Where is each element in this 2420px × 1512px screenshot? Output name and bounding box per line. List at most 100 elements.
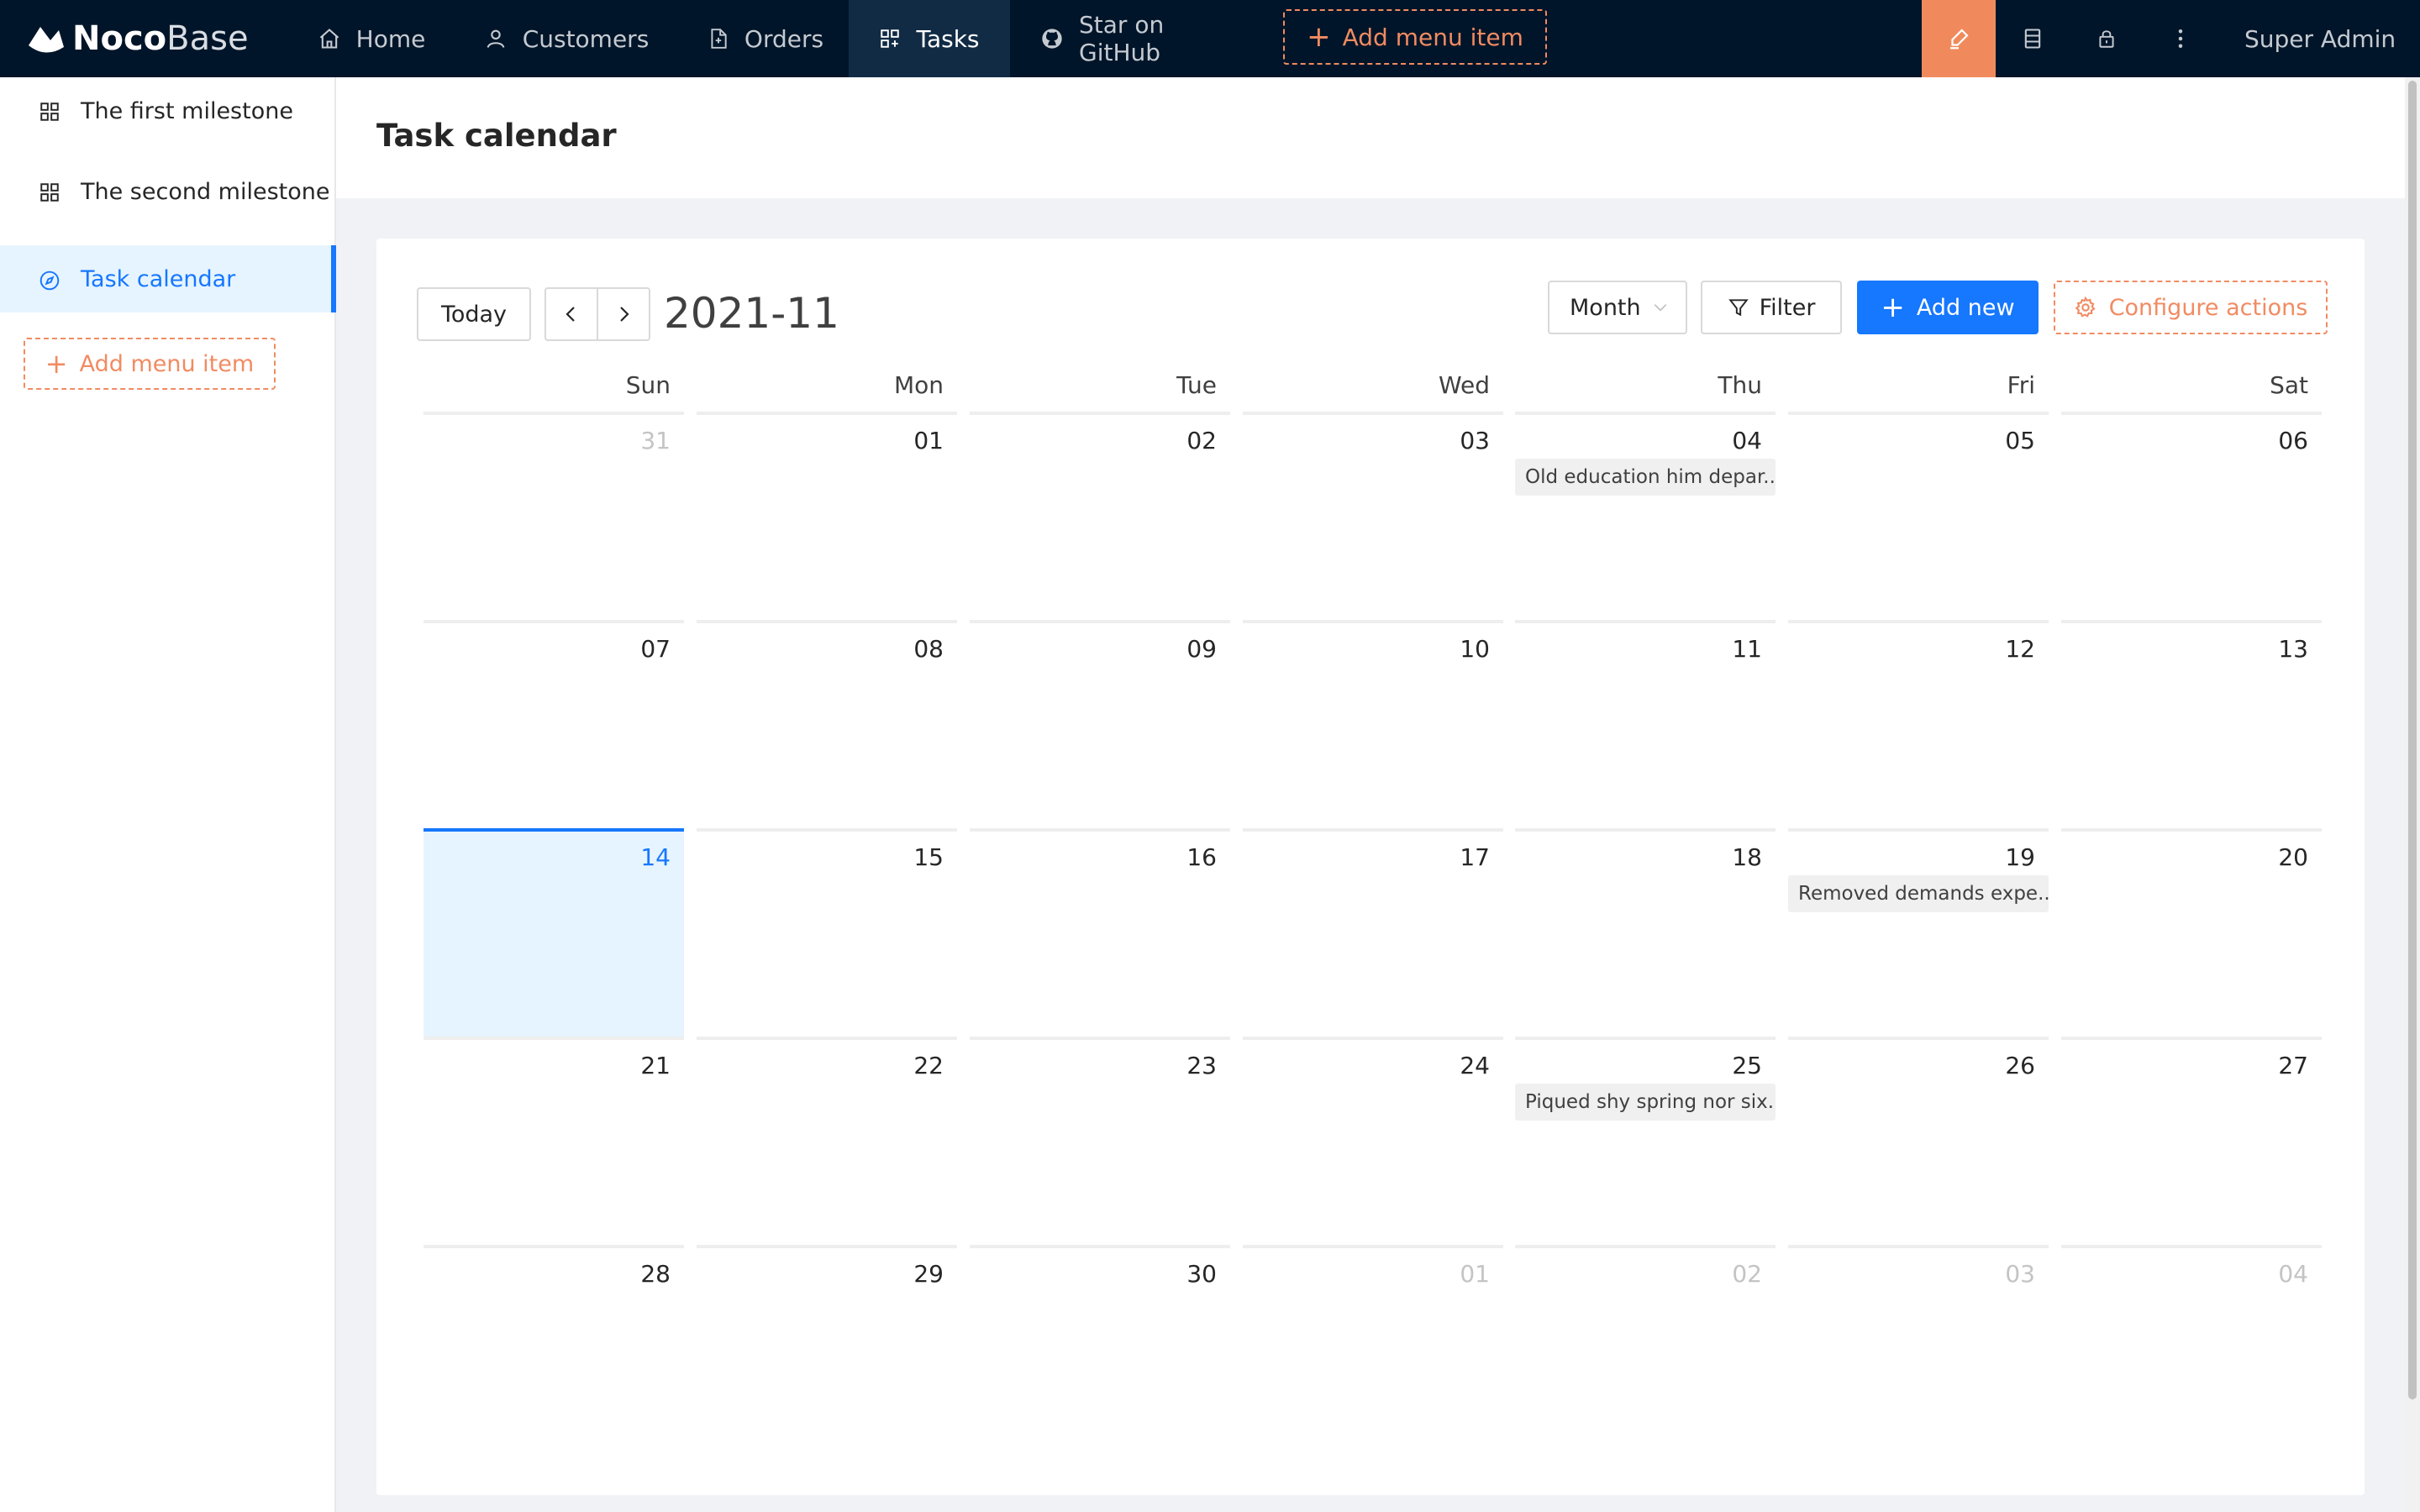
sidebar-add-menu-item-button[interactable]: + Add menu item — [24, 338, 276, 390]
lock-icon — [2099, 30, 2114, 48]
chevron-down-icon — [1654, 304, 1667, 312]
database-button[interactable] — [1996, 0, 2070, 77]
calendar-day-cell[interactable]: 01 — [1243, 1245, 1503, 1453]
file-icon — [708, 27, 729, 50]
nav-tasks[interactable]: Tasks — [849, 0, 1010, 77]
nav-customers[interactable]: Customers — [482, 0, 650, 77]
calendar-day-cell[interactable]: 11 — [1515, 620, 1776, 828]
configure-actions-button[interactable]: Configure actions — [2054, 281, 2328, 334]
weekday-header: Sun — [625, 371, 671, 399]
calendar-day-cell[interactable]: 31 — [424, 412, 684, 620]
calendar-day-cell[interactable]: 10 — [1243, 620, 1503, 828]
calendar-day-cell[interactable]: 24 — [1243, 1037, 1503, 1245]
calendar-day-cell[interactable]: 15 — [697, 828, 957, 1037]
day-number: 26 — [2005, 1052, 2035, 1079]
calendar-day-cell[interactable]: 08 — [697, 620, 957, 828]
day-number: 01 — [913, 427, 944, 454]
day-number: 15 — [913, 843, 944, 871]
lock-button[interactable] — [2070, 0, 2144, 77]
view-select[interactable]: Month — [1548, 281, 1687, 334]
calendar-day-cell[interactable]: 09 — [970, 620, 1230, 828]
scrollbar-thumb[interactable] — [2408, 81, 2417, 1399]
ui-editor-toggle[interactable] — [1922, 0, 1996, 77]
calendar-day-cell[interactable]: 03 — [1788, 1245, 2049, 1453]
user-menu[interactable]: Super Admin — [2244, 0, 2396, 77]
day-number: 09 — [1186, 635, 1217, 663]
day-number: 03 — [1460, 427, 1490, 454]
calendar-day-cell[interactable]: 16 — [970, 828, 1230, 1037]
day-number: 27 — [2278, 1052, 2308, 1079]
calendar-day-cell[interactable]: 21 — [424, 1037, 684, 1245]
calendar-day-cell[interactable]: 27 — [2061, 1037, 2322, 1245]
filter-button[interactable]: Filter — [1701, 281, 1842, 334]
calendar-day-cell[interactable]: 28 — [424, 1245, 684, 1453]
logo-text-light: Base — [166, 19, 249, 58]
calendar-event[interactable]: Removed demands expe... — [1788, 875, 2049, 912]
calendar-day-cell[interactable]: 26 — [1788, 1037, 2049, 1245]
day-number: 28 — [640, 1260, 671, 1288]
calendar-day-cell[interactable]: 07 — [424, 620, 684, 828]
calendar-day-cell[interactable]: 29 — [697, 1245, 957, 1453]
weekday-header: Mon — [893, 371, 944, 399]
calendar-day-cell[interactable]: 25 Piqued shy spring nor six... — [1515, 1037, 1776, 1245]
appstore-icon — [39, 101, 60, 123]
configure-actions-label: Configure actions — [2108, 294, 2308, 321]
appstore-icon — [39, 181, 60, 203]
sidebar-item-label: The first milestone — [81, 97, 293, 124]
add-menu-item-label: Add menu item — [1342, 23, 1523, 51]
calendar-day-cell[interactable]: 19 Removed demands expe... — [1788, 828, 2049, 1037]
calendar-day-cell[interactable]: 05 — [1788, 412, 2049, 620]
nav-home[interactable]: Home — [313, 0, 430, 77]
calendar-day-cell[interactable]: 06 — [2061, 412, 2322, 620]
calendar-day-cell[interactable]: 13 — [2061, 620, 2322, 828]
calendar-day-cell[interactable]: 20 — [2061, 828, 2322, 1037]
day-number: 17 — [1460, 843, 1490, 871]
calendar-day-cell[interactable]: 02 — [970, 412, 1230, 620]
today-button[interactable]: Today — [417, 287, 531, 341]
nav-orders[interactable]: Orders — [702, 0, 829, 77]
filter-icon — [1728, 299, 1749, 317]
add-new-button[interactable]: + Add new — [1857, 281, 2039, 334]
day-number: 31 — [640, 427, 671, 454]
calendar-day-cell[interactable]: 18 — [1515, 828, 1776, 1037]
day-number: 30 — [1186, 1260, 1217, 1288]
prev-month-button[interactable] — [544, 287, 598, 341]
add-menu-item-button[interactable]: + Add menu item — [1283, 9, 1547, 65]
logo[interactable]: Noco Base — [25, 18, 249, 59]
github-icon — [1040, 27, 1064, 50]
day-number: 24 — [1460, 1052, 1490, 1079]
sidebar-item-task-calendar[interactable]: Task calendar — [0, 245, 336, 312]
calendar-day-cell[interactable]: 01 — [697, 412, 957, 620]
calendar-event[interactable]: Piqued shy spring nor six... — [1515, 1084, 1776, 1121]
database-icon — [2024, 29, 2041, 49]
more-button[interactable] — [2144, 0, 2217, 77]
calendar-day-cell[interactable]: 17 — [1243, 828, 1503, 1037]
calendar-day-cell-today[interactable]: 14 — [424, 828, 684, 1037]
calendar-day-cell[interactable]: 22 — [697, 1037, 957, 1245]
day-number: 25 — [1732, 1052, 1762, 1079]
day-number: 20 — [2278, 843, 2308, 871]
calendar-day-cell[interactable]: 23 — [970, 1037, 1230, 1245]
day-number: 08 — [913, 635, 944, 663]
calendar-day-cell[interactable]: 03 — [1243, 412, 1503, 620]
next-month-button[interactable] — [597, 287, 650, 341]
nav-star-github[interactable]: Star on GitHub — [1040, 0, 1242, 77]
day-number: 03 — [2005, 1260, 2035, 1288]
calendar-day-cell[interactable]: 02 — [1515, 1245, 1776, 1453]
calendar-day-cell[interactable]: 04 Old education him depar... — [1515, 412, 1776, 620]
sidebar-item-first-milestone[interactable]: The first milestone — [0, 77, 336, 144]
view-select-value: Month — [1570, 294, 1641, 321]
calendar-event[interactable]: Old education him depar... — [1515, 459, 1776, 496]
calendar-day-cell[interactable]: 04 — [2061, 1245, 2322, 1453]
calendar-day-cell[interactable]: 12 — [1788, 620, 2049, 828]
day-number: 22 — [913, 1052, 944, 1079]
nav-orders-label: Orders — [744, 24, 824, 53]
day-number: 04 — [2278, 1260, 2308, 1288]
sidebar-add-menu-item-label: Add menu item — [79, 350, 255, 377]
calendar-day-cell[interactable]: 30 — [970, 1245, 1230, 1453]
sidebar-item-label: The second milestone — [81, 178, 330, 205]
nocobase-logo-icon — [29, 27, 64, 53]
plus-icon: + — [1307, 20, 1331, 54]
appstore-icon — [879, 28, 901, 50]
sidebar-item-second-milestone[interactable]: The second milestone — [0, 158, 336, 225]
